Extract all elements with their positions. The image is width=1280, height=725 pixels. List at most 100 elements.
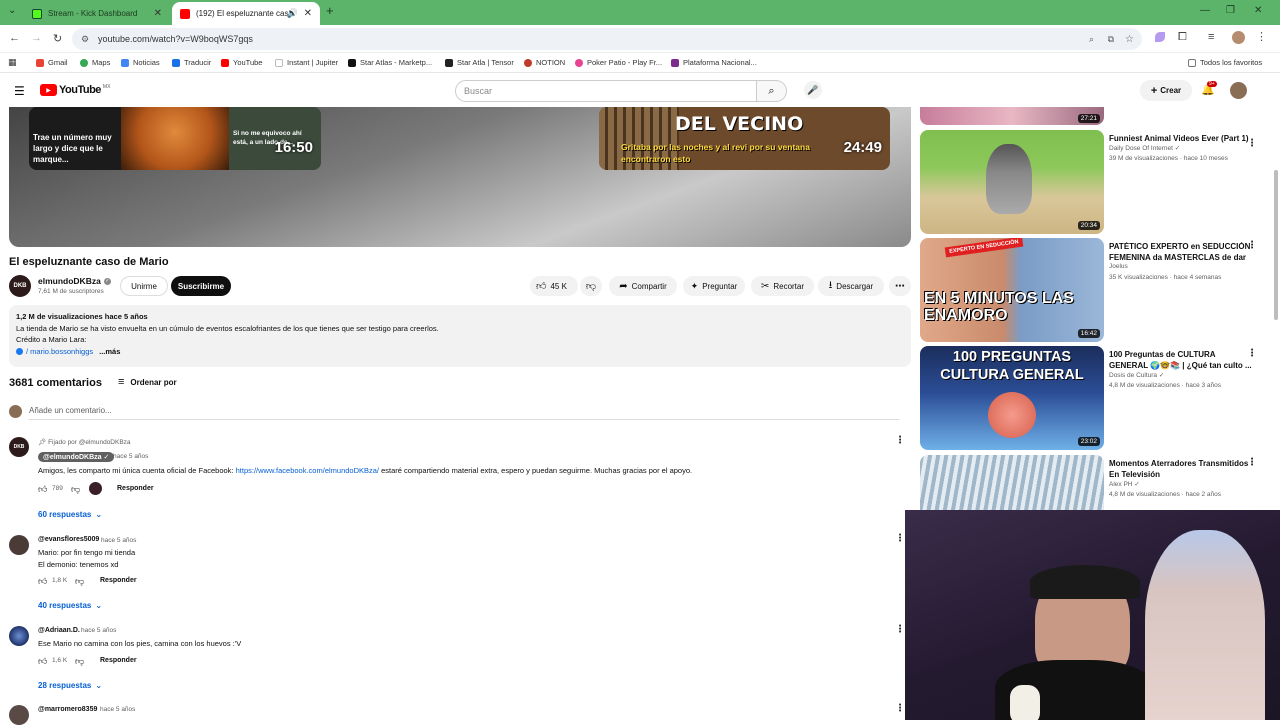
bookmark-traducir[interactable]: Traducir xyxy=(172,58,211,67)
sort-button[interactable]: ≡ Ordenar por xyxy=(118,376,177,388)
rec-menu-icon[interactable]: ⋮ xyxy=(1247,348,1257,359)
extension-icon[interactable] xyxy=(1155,32,1165,42)
rec-channel[interactable]: Dosis de Cultura ✓ xyxy=(1109,371,1164,379)
search-button[interactable]: ⌕ xyxy=(757,80,787,102)
replies-toggle[interactable]: 60 respuestas ⌄ xyxy=(38,510,102,519)
rec-menu-icon[interactable]: ⋮ xyxy=(1247,240,1257,251)
restore-icon[interactable]: ❐ xyxy=(1226,5,1235,16)
cast-icon[interactable]: ⧉ xyxy=(1108,34,1114,45)
comment-menu-icon[interactable]: ⋮ xyxy=(895,435,905,446)
zoom-icon[interactable]: ⌕ xyxy=(1089,34,1094,45)
comment-author[interactable]: @Adriaan.D. xyxy=(38,627,80,634)
bookmark-tensor[interactable]: Star Atla | Tensor xyxy=(445,58,514,67)
show-more-link[interactable]: ...más xyxy=(99,346,120,358)
comment-avatar[interactable] xyxy=(9,626,29,646)
more-actions-button[interactable]: ⋯ xyxy=(889,276,911,296)
bookmark-noticias[interactable]: Noticias xyxy=(121,58,160,67)
comment-time[interactable]: hace 5 años xyxy=(100,706,135,713)
channel-avatar[interactable]: DKB xyxy=(9,275,31,297)
account-avatar[interactable] xyxy=(1230,82,1247,99)
clip-button[interactable]: ✂ Recortar xyxy=(751,276,814,296)
reload-icon[interactable]: ↻ xyxy=(53,32,62,45)
facebook-link[interactable]: https://www.facebook.com/elmundoDKBza/ xyxy=(236,466,379,475)
description-link[interactable]: / mario.bossonhiggs xyxy=(16,346,93,358)
bookmark-notion[interactable]: NOTION xyxy=(524,58,565,67)
all-bookmarks[interactable]: Todos los favoritos xyxy=(1188,58,1262,67)
download-button[interactable]: ⭳ Descargar xyxy=(818,276,884,296)
comment-dislike-icon[interactable]: 👎︎ xyxy=(71,484,80,495)
comment-like-icon[interactable]: 👍︎ xyxy=(38,576,47,587)
close-tab-icon[interactable]: ✕ xyxy=(304,8,312,19)
comment-time[interactable]: hace 5 años xyxy=(113,453,148,460)
bookmark-maps[interactable]: Maps xyxy=(80,58,110,67)
reply-button[interactable]: Responder xyxy=(100,657,137,664)
comment-menu-icon[interactable]: ⋮ xyxy=(895,624,905,635)
comment-like-icon[interactable]: 👍︎ xyxy=(38,656,47,667)
rec-channel[interactable]: Alex PH ✓ xyxy=(1109,480,1140,488)
tab-kick-dashboard[interactable]: Stream - Kick Dashboard ✕ xyxy=(24,2,170,25)
description-box[interactable]: 1,2 M de visualizaciones hace 5 años La … xyxy=(9,305,911,367)
bookmark-jupiter[interactable]: Instant | Jupiter xyxy=(275,58,338,67)
audio-icon[interactable]: 🔊 xyxy=(287,8,298,19)
rec-video-2[interactable]: EXPERTO EN SEDUCCIÓN EN 5 MINUTOS LAS EN… xyxy=(920,238,1270,342)
extensions-puzzle-icon[interactable]: ⧠ xyxy=(1178,31,1187,44)
hamburger-menu-icon[interactable]: ☰ xyxy=(14,84,25,98)
comment-time[interactable]: hace 5 años xyxy=(81,627,116,634)
comment-avatar[interactable] xyxy=(9,705,29,725)
rec-video-1[interactable]: 20:34 Funniest Animal Videos Ever (Part … xyxy=(920,130,1270,234)
rec-menu-icon[interactable]: ⋮ xyxy=(1247,457,1257,468)
url-bar[interactable]: ⚙ youtube.com/watch?v=W9boqWS7gqs ⌕ ⧉ ☆ xyxy=(72,28,1142,50)
site-info-icon[interactable]: ⚙ xyxy=(81,34,89,45)
subscribe-button[interactable]: Suscribirme xyxy=(171,276,231,296)
bookmark-plataforma[interactable]: Plataforma Nacional... xyxy=(671,58,757,67)
comment-menu-icon[interactable]: ⋮ xyxy=(895,533,905,544)
menu-kebab-icon[interactable]: ⋮ xyxy=(1256,30,1267,43)
comment-author[interactable]: @marromero8359 xyxy=(38,706,97,713)
close-window-icon[interactable]: ✕ xyxy=(1254,5,1262,16)
voice-search-icon[interactable]: 🎤 xyxy=(804,81,822,99)
new-tab-icon[interactable]: + xyxy=(326,3,334,18)
ask-button[interactable]: ✦ Preguntar xyxy=(683,276,745,296)
endcard-video-2[interactable]: DEL VECINO Gritaba por las noches y al r… xyxy=(599,107,890,170)
comment-time[interactable]: hace 5 años xyxy=(101,537,136,544)
tab-search-icon[interactable]: ⌄ xyxy=(8,5,16,16)
rec-menu-icon[interactable]: ⋮ xyxy=(1247,138,1257,149)
search-input[interactable]: Buscar xyxy=(455,80,757,102)
bookmark-youtube[interactable]: YouTube xyxy=(221,58,262,67)
rec-channel[interactable]: Daily Dose Of Internet ✓ xyxy=(1109,144,1180,152)
replies-toggle[interactable]: 40 respuestas ⌄ xyxy=(38,601,102,610)
comment-like-icon[interactable]: 👍︎ xyxy=(38,484,47,495)
dislike-button[interactable]: 👎︎ xyxy=(580,276,602,296)
page-scrollbar[interactable] xyxy=(1274,170,1278,320)
profile-avatar[interactable] xyxy=(1232,31,1245,44)
media-control-icon[interactable]: ≡ xyxy=(1208,31,1214,43)
comment-author[interactable]: @evansflores5009 xyxy=(38,536,99,543)
rec-video-3[interactable]: 100 PREGUNTAS CULTURA GENERAL 23:02 100 … xyxy=(920,346,1270,450)
join-button[interactable]: Unirme xyxy=(120,276,168,296)
bookmark-poker-patio[interactable]: Poker Patio - Play Fr... xyxy=(575,58,662,67)
bookmark-star-atlas-market[interactable]: Star Atlas - Marketp... xyxy=(348,58,432,67)
bookmark-star-icon[interactable]: ☆ xyxy=(1125,34,1134,45)
minimize-icon[interactable]: — xyxy=(1200,5,1210,16)
comment-menu-icon[interactable]: ⋮ xyxy=(895,703,905,714)
back-icon[interactable]: ← xyxy=(9,32,20,44)
comment-dislike-icon[interactable]: 👎︎ xyxy=(75,576,84,587)
rec-video-4[interactable]: Momentos Aterradores Transmitidos En Tel… xyxy=(920,455,1270,510)
video-player[interactable]: Trae un número muy largo y dice que le m… xyxy=(9,107,911,247)
comment-avatar[interactable] xyxy=(9,535,29,555)
comment-author-owner[interactable]: @elmundoDKBza ✓ xyxy=(38,452,115,462)
endcard-video-1[interactable]: Trae un número muy largo y dice que le m… xyxy=(29,107,321,170)
youtube-logo[interactable]: ▶ YouTube MX xyxy=(40,84,110,96)
reply-button[interactable]: Responder xyxy=(117,485,154,492)
like-button[interactable]: 👍︎ 45 K xyxy=(530,276,578,296)
add-comment-input[interactable]: Añade un comentario... xyxy=(29,406,899,420)
comment-dislike-icon[interactable]: 👎︎ xyxy=(75,656,84,667)
forward-icon[interactable]: → xyxy=(31,32,42,44)
rec-video-0[interactable]: 27:21 xyxy=(920,107,1270,125)
share-button[interactable]: ➦ Compartir xyxy=(609,276,677,296)
rec-channel[interactable]: Joelus xyxy=(1109,263,1128,270)
reply-button[interactable]: Responder xyxy=(100,577,137,584)
close-tab-icon[interactable]: ✕ xyxy=(154,8,162,19)
replies-toggle[interactable]: 28 respuestas ⌄ xyxy=(38,681,102,690)
comment-avatar[interactable]: DKB xyxy=(9,437,29,457)
